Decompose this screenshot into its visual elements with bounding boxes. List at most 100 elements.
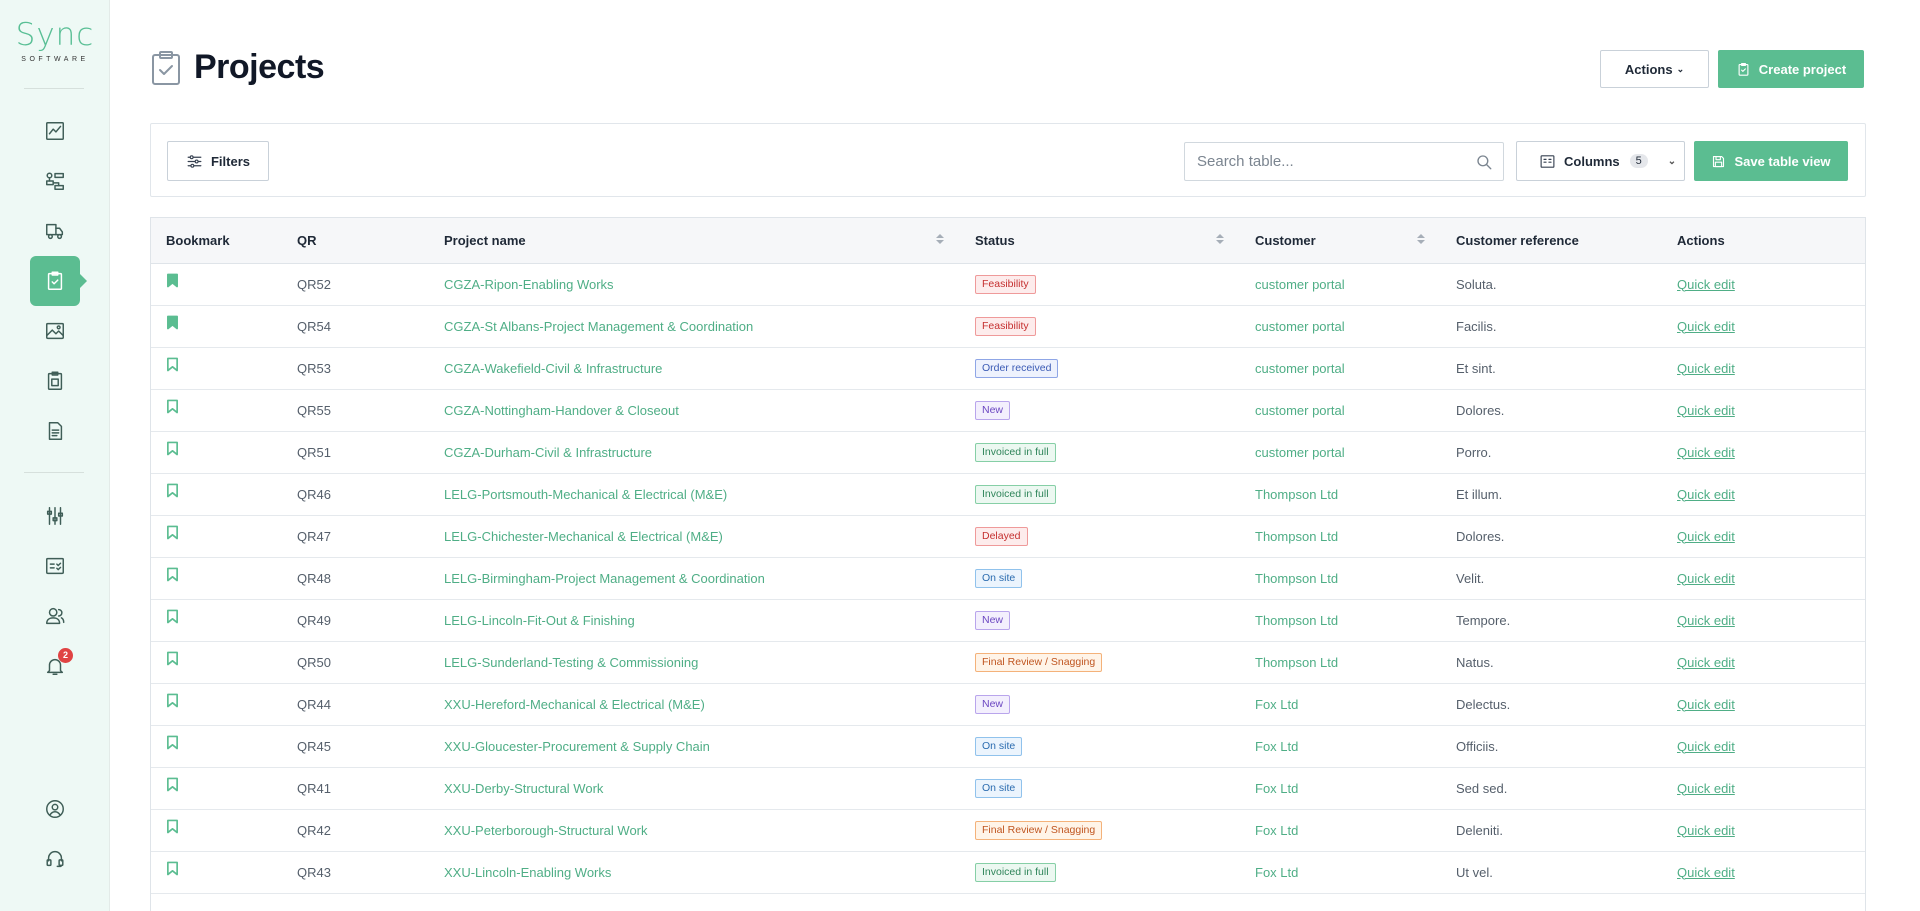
quick-edit-link[interactable]: Quick edit — [1677, 613, 1735, 628]
sidebar-item-checklist[interactable] — [30, 356, 80, 406]
status-badge: Invoiced in full — [975, 862, 1056, 882]
project-name-link[interactable]: XXU-Derby-Structural Work — [444, 781, 603, 796]
quick-edit-link[interactable]: Quick edit — [1677, 655, 1735, 670]
sidebar-item-workflow[interactable] — [30, 156, 80, 206]
bookmark-icon[interactable] — [166, 651, 180, 667]
project-name-cell: XXU-Hereford-Mechanical & Electrical (M&… — [429, 683, 960, 725]
column-header-label: Project name — [444, 232, 526, 248]
sidebar-item-projects[interactable] — [30, 256, 87, 306]
sidebar-item-delivery[interactable] — [30, 206, 80, 256]
quick-edit-link[interactable]: Quick edit — [1677, 865, 1735, 880]
sidebar-item-dashboard[interactable] — [30, 106, 80, 156]
quick-edit-link[interactable]: Quick edit — [1677, 697, 1735, 712]
customer-cell: customer portal — [1240, 389, 1441, 431]
quick-edit-link[interactable]: Quick edit — [1677, 277, 1735, 292]
project-name-link[interactable]: XXU-Gloucester-Procurement & Supply Chai… — [444, 739, 710, 754]
actions-dropdown-button[interactable]: Actions ⌄ — [1600, 50, 1709, 88]
customer-link[interactable]: Thompson Ltd — [1255, 571, 1338, 586]
bookmark-icon[interactable] — [166, 609, 180, 625]
project-name-link[interactable]: LELG-Portsmouth-Mechanical & Electrical … — [444, 487, 727, 502]
quick-edit-link[interactable]: Quick edit — [1677, 823, 1735, 838]
customer-link[interactable]: Thompson Ltd — [1255, 613, 1338, 628]
status-badge: New — [975, 694, 1011, 714]
sort-icon[interactable] — [1417, 234, 1425, 246]
bookmark-icon[interactable] — [166, 315, 180, 331]
bookmark-icon[interactable] — [166, 861, 180, 877]
quick-edit-link[interactable]: Quick edit — [1677, 361, 1735, 376]
create-project-button[interactable]: Create project — [1718, 50, 1864, 88]
column-header-status[interactable]: Status — [960, 218, 1240, 264]
project-name-link[interactable]: LELG-Lincoln-Fit-Out & Finishing — [444, 613, 635, 628]
customer-link[interactable]: Fox Ltd — [1255, 865, 1298, 880]
quick-edit-link[interactable]: Quick edit — [1677, 781, 1735, 796]
columns-button[interactable]: Columns 5 ⌄ — [1516, 141, 1685, 181]
project-name-link[interactable]: CGZA-Wakefield-Civil & Infrastructure — [444, 361, 662, 376]
bookmark-icon[interactable] — [166, 567, 180, 583]
customer-link[interactable]: Thompson Ltd — [1255, 529, 1338, 544]
customer-link[interactable]: Fox Ltd — [1255, 781, 1298, 796]
column-header-project-name[interactable]: Project name — [429, 218, 960, 264]
project-name-link[interactable]: CGZA-Durham-Civil & Infrastructure — [444, 445, 652, 460]
project-name-link[interactable]: LELG-Chichester-Mechanical & Electrical … — [444, 529, 723, 544]
quick-edit-link[interactable]: Quick edit — [1677, 571, 1735, 586]
quick-edit-link[interactable]: Quick edit — [1677, 445, 1735, 460]
customer-link[interactable]: Fox Ltd — [1255, 697, 1298, 712]
bookmark-icon[interactable] — [166, 357, 180, 373]
table-row: QR44 XXU-Hereford-Mechanical & Electrical… — [151, 683, 1865, 725]
customer-reference-cell: Officiis. — [1456, 738, 1499, 754]
sidebar-item-support[interactable] — [30, 834, 80, 884]
sidebar-item-users[interactable] — [30, 591, 80, 641]
save-table-view-button[interactable]: Save table view — [1694, 141, 1848, 181]
customer-link[interactable]: customer portal — [1255, 445, 1345, 460]
project-name-cell: LELG-Birmingham-Project Management & Coo… — [429, 557, 960, 599]
bookmark-icon[interactable] — [166, 273, 180, 289]
project-name-link[interactable]: CGZA-St Albans-Project Management & Coor… — [444, 319, 753, 334]
bookmark-icon[interactable] — [166, 441, 180, 457]
sidebar-item-notifications[interactable]: 2 — [30, 641, 80, 691]
project-name-link[interactable]: LELG-Birmingham-Project Management & Coo… — [444, 571, 765, 586]
quick-edit-link[interactable]: Quick edit — [1677, 319, 1735, 334]
project-name-link[interactable]: CGZA-Nottingham-Handover & Closeout — [444, 403, 679, 418]
search-input[interactable] — [1185, 143, 1503, 180]
project-name-link[interactable]: XXU-Peterborough-Structural Work — [444, 823, 648, 838]
bookmark-icon[interactable] — [166, 735, 180, 751]
sort-icon[interactable] — [1216, 234, 1224, 246]
sidebar-item-gallery[interactable] — [30, 306, 80, 356]
customer-link[interactable]: Thompson Ltd — [1255, 655, 1338, 670]
column-header-customer[interactable]: Customer — [1240, 218, 1441, 264]
customer-link[interactable]: Fox Ltd — [1255, 739, 1298, 754]
status-cell: New — [960, 389, 1240, 431]
quick-edit-link[interactable]: Quick edit — [1677, 403, 1735, 418]
sidebar-item-tasks[interactable] — [30, 541, 80, 591]
search-icon[interactable] — [1475, 153, 1493, 171]
status-cell: Final Review / Snagging — [960, 809, 1240, 851]
customer-link[interactable]: customer portal — [1255, 403, 1345, 418]
sidebar-item-account[interactable] — [30, 784, 80, 834]
bookmark-icon[interactable] — [166, 525, 180, 541]
project-name-link[interactable]: XXU-Hereford-Mechanical & Electrical (M&… — [444, 697, 705, 712]
sidebar-item-documents[interactable] — [30, 406, 80, 456]
project-name-link[interactable]: XXU-Lincoln-Enabling Works — [444, 865, 611, 880]
project-name-link[interactable]: LELG-Sunderland-Testing & Commissioning — [444, 655, 698, 670]
customer-link[interactable]: Thompson Ltd — [1255, 487, 1338, 502]
quick-edit-link[interactable]: Quick edit — [1677, 529, 1735, 544]
qr-cell: QR41 — [297, 780, 331, 796]
customer-link[interactable]: customer portal — [1255, 319, 1345, 334]
customer-cell: Fox Ltd — [1240, 725, 1441, 767]
quick-edit-link[interactable]: Quick edit — [1677, 487, 1735, 502]
customer-link[interactable]: Fox Ltd — [1255, 823, 1298, 838]
bookmark-cell — [151, 389, 282, 431]
bookmark-icon[interactable] — [166, 777, 180, 793]
bookmark-icon[interactable] — [166, 483, 180, 499]
project-name-link[interactable]: CGZA-Ripon-Enabling Works — [444, 277, 614, 292]
customer-link[interactable]: customer portal — [1255, 277, 1345, 292]
filters-button[interactable]: Filters — [167, 141, 269, 181]
sidebar-item-settings[interactable] — [30, 491, 80, 541]
bookmark-icon[interactable] — [166, 693, 180, 709]
customer-reference-cell: Sed sed. — [1456, 780, 1508, 796]
quick-edit-link[interactable]: Quick edit — [1677, 739, 1735, 754]
bookmark-icon[interactable] — [166, 399, 180, 415]
customer-link[interactable]: customer portal — [1255, 361, 1345, 376]
sort-icon[interactable] — [936, 234, 944, 246]
bookmark-icon[interactable] — [166, 819, 180, 835]
